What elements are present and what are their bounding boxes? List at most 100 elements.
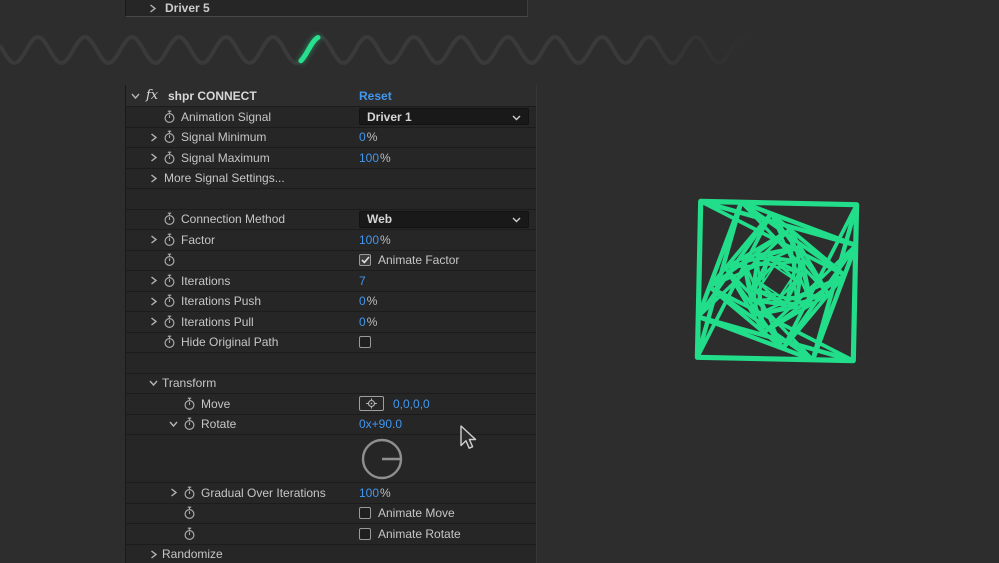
chevron-down-icon[interactable] xyxy=(129,91,142,100)
chevron-placeholder xyxy=(147,338,160,347)
chevron-down-icon[interactable] xyxy=(167,420,180,429)
stopwatch-icon[interactable] xyxy=(162,212,177,226)
stopwatch-icon[interactable] xyxy=(162,110,177,124)
chevron-down-icon[interactable] xyxy=(147,379,160,388)
stopwatch-icon[interactable] xyxy=(162,315,177,329)
stopwatch-icon[interactable] xyxy=(182,397,197,411)
animate-move-checkbox[interactable] xyxy=(359,507,371,519)
chevron-right-icon[interactable] xyxy=(167,488,180,497)
animate-move-label: Animate Move xyxy=(378,506,455,520)
hide-original-path-checkbox[interactable] xyxy=(359,336,371,348)
row-animate-factor[interactable]: Animate Factor xyxy=(126,251,536,272)
factor-value[interactable]: 100 xyxy=(359,233,379,247)
unit-label: % xyxy=(380,486,391,500)
iterations-push-value[interactable]: 0 xyxy=(359,294,366,308)
chevron-right-icon[interactable] xyxy=(147,235,160,244)
chevron-right-icon[interactable] xyxy=(147,550,160,559)
value-cell: Driver 1 xyxy=(359,107,529,127)
effect-title: shpr CONNECT xyxy=(168,89,257,103)
stopwatch-icon[interactable] xyxy=(162,335,177,349)
app-canvas: Driver 5 fx shpr CONNECT Reset Animation… xyxy=(0,0,999,563)
animate-rotate-checkbox[interactable] xyxy=(359,528,371,540)
chevron-right-icon[interactable] xyxy=(147,317,160,326)
row-connection-method[interactable]: Connection MethodWeb xyxy=(126,210,536,231)
iterations-pull-label: Iterations Pull xyxy=(181,315,254,329)
chevron-right-icon[interactable] xyxy=(146,4,159,13)
stopwatch-icon[interactable] xyxy=(162,274,177,288)
signal-maximum-value[interactable]: 100 xyxy=(359,151,379,165)
transform-label: Transform xyxy=(162,376,216,390)
driver5-panel-row[interactable]: Driver 5 xyxy=(125,0,528,17)
row-iterations-pull[interactable]: Iterations Pull 0% xyxy=(126,312,536,333)
connection-method-select[interactable]: Web xyxy=(359,211,529,228)
row-randomize[interactable]: Randomize xyxy=(126,545,536,563)
gradual-over-iterations-value[interactable]: 100 xyxy=(359,486,379,500)
animation-signal-select[interactable]: Driver 1 xyxy=(359,108,529,125)
driver5-label: Driver 5 xyxy=(165,1,210,15)
effect-parameter-rows: Animation Signal Driver 1 Signal Minimum0%… xyxy=(126,107,536,563)
animate-factor-label: Animate Factor xyxy=(378,253,459,267)
spacer-row xyxy=(126,189,536,210)
more-signal-settings-label: More Signal Settings... xyxy=(164,171,285,185)
value-cell: 100% xyxy=(359,483,391,503)
animate-factor-checkbox[interactable] xyxy=(359,254,371,266)
chevron-placeholder xyxy=(147,112,160,121)
factor-label: Factor xyxy=(181,233,215,247)
chevron-placeholder xyxy=(167,529,180,538)
selected-option: Web xyxy=(367,212,392,226)
stopwatch-icon[interactable] xyxy=(182,527,197,541)
row-iterations-push[interactable]: Iterations Push0% xyxy=(126,292,536,313)
signal-maximum-label: Signal Maximum xyxy=(181,151,270,165)
signal-minimum-value[interactable]: 0 xyxy=(359,130,366,144)
value-cell: 100% xyxy=(359,230,391,250)
value-cell: 100% xyxy=(359,148,391,168)
chevron-placeholder xyxy=(167,509,180,518)
iterations-value[interactable]: 7 xyxy=(359,274,366,288)
effect-header-row[interactable]: fx shpr CONNECT Reset xyxy=(126,85,536,107)
chevron-right-icon[interactable] xyxy=(147,297,160,306)
stopwatch-icon[interactable] xyxy=(182,417,197,431)
reset-button[interactable]: Reset xyxy=(359,89,392,103)
rotation-dial[interactable] xyxy=(359,436,405,482)
stopwatch-icon[interactable] xyxy=(162,253,177,267)
row-gradual-over-iterations[interactable]: Gradual Over Iterations 100% xyxy=(126,483,536,504)
stopwatch-icon[interactable] xyxy=(182,486,197,500)
row-iterations[interactable]: Iterations7 xyxy=(126,271,536,292)
unit-label: % xyxy=(367,315,378,329)
row-move[interactable]: Move0,0,0,0 xyxy=(126,394,536,415)
stopwatch-icon[interactable] xyxy=(162,130,177,144)
stopwatch-icon[interactable] xyxy=(182,506,197,520)
value-cell: 0% xyxy=(359,312,377,332)
unit-label: % xyxy=(380,233,391,247)
wave-fade xyxy=(630,18,780,78)
value-cell: Web xyxy=(359,210,529,230)
chevron-right-icon[interactable] xyxy=(147,133,160,142)
spiral-square-preview xyxy=(667,171,887,391)
row-animate-rotate[interactable]: Animate Rotate xyxy=(126,524,536,545)
value-cell: Animate Factor xyxy=(359,251,459,271)
chevron-right-icon[interactable] xyxy=(147,174,160,183)
chevron-right-icon[interactable] xyxy=(147,153,160,162)
rotate-value[interactable]: 0x+90.0 xyxy=(359,417,402,431)
chevron-right-icon[interactable] xyxy=(147,276,160,285)
stopwatch-icon[interactable] xyxy=(162,294,177,308)
row-transform[interactable]: Transform xyxy=(126,374,536,395)
row-factor[interactable]: Factor 100% xyxy=(126,230,536,251)
row-signal-maximum[interactable]: Signal Maximum 100% xyxy=(126,148,536,169)
row-animate-move[interactable]: Animate Move xyxy=(126,504,536,525)
row-signal-minimum[interactable]: Signal Minimum0% xyxy=(126,128,536,149)
row-animation-signal[interactable]: Animation Signal Driver 1 xyxy=(126,107,536,128)
unit-label: % xyxy=(380,151,391,165)
animation-signal-label: Animation Signal xyxy=(181,110,271,124)
row-more-signal-settings[interactable]: More Signal Settings... xyxy=(126,169,536,190)
stopwatch-icon[interactable] xyxy=(162,151,177,165)
dropdown-chevron-icon xyxy=(512,108,521,126)
move-value[interactable]: 0,0,0,0 xyxy=(393,397,430,411)
iterations-pull-value[interactable]: 0 xyxy=(359,315,366,329)
hide-original-path-label: Hide Original Path xyxy=(181,335,278,349)
row-hide-original-path[interactable]: Hide Original Path xyxy=(126,333,536,354)
chevron-placeholder xyxy=(147,215,160,224)
gradual-over-iterations-label: Gradual Over Iterations xyxy=(201,486,326,500)
stopwatch-icon[interactable] xyxy=(162,233,177,247)
point-picker-button[interactable] xyxy=(359,396,384,411)
